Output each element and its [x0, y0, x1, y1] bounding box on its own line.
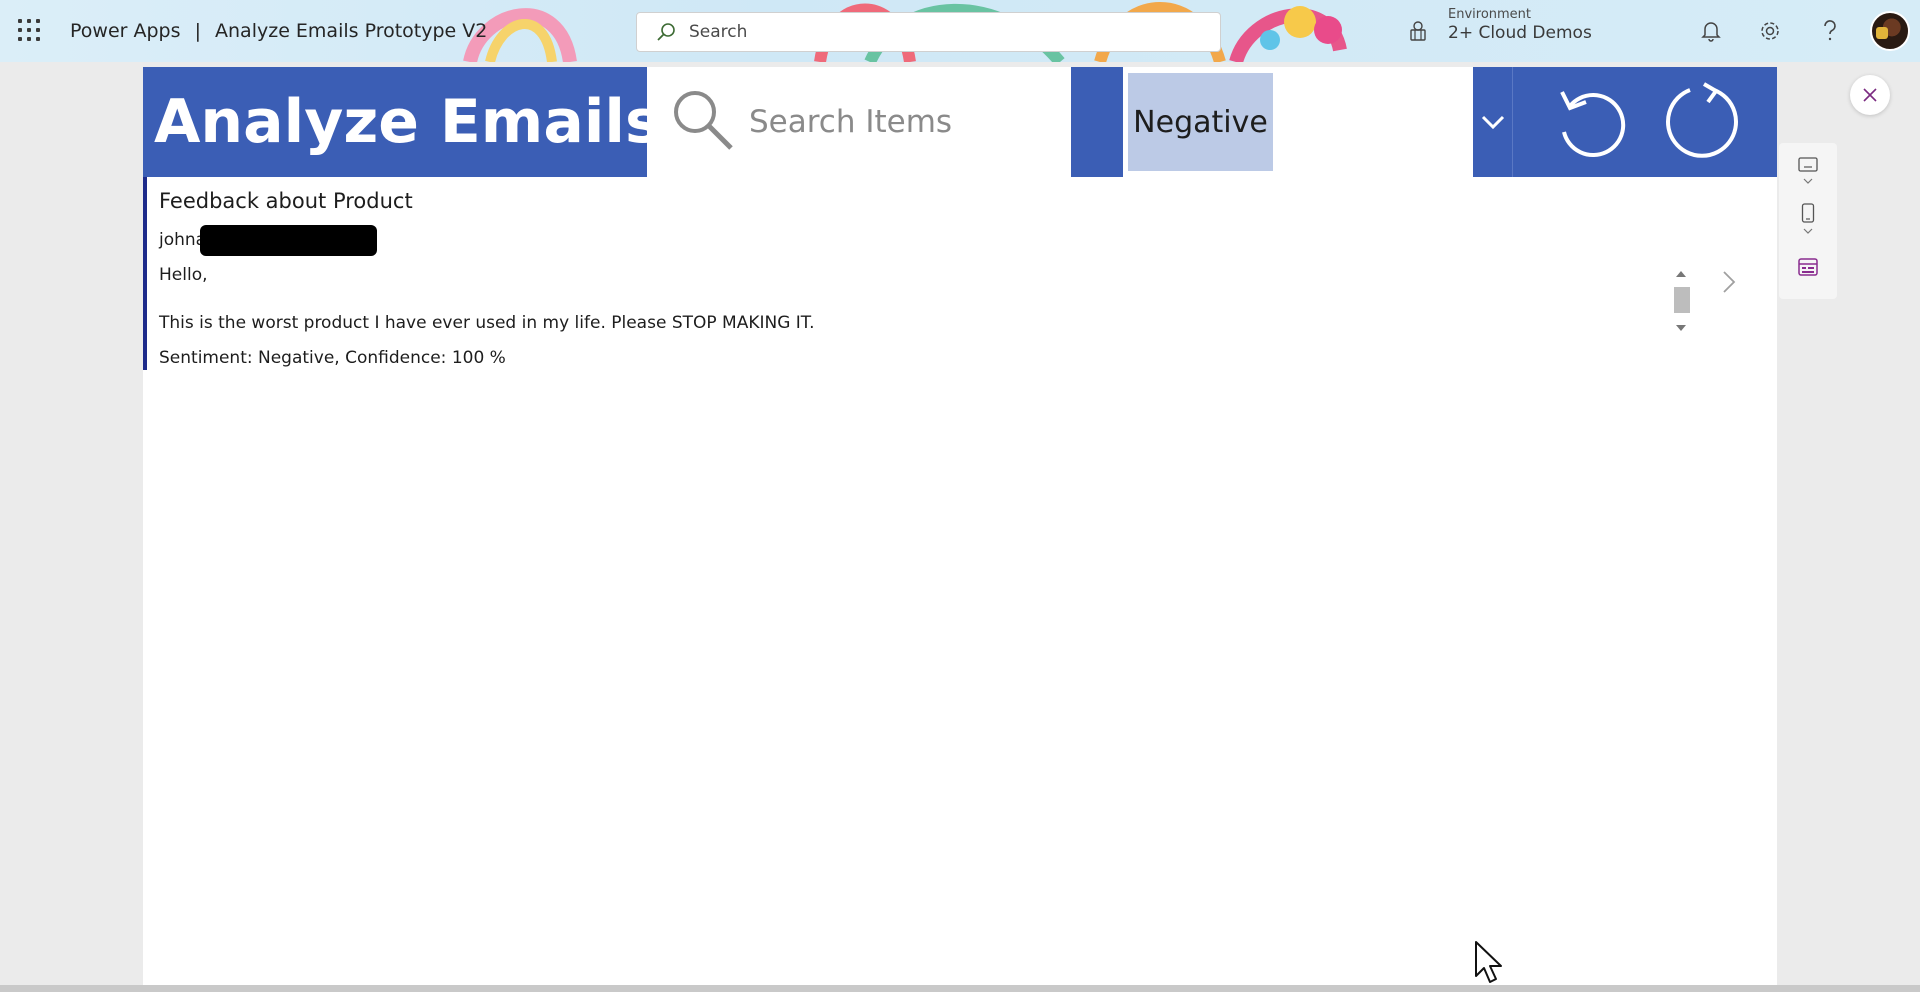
close-icon — [1863, 88, 1877, 102]
email-body-scrollbar[interactable] — [1672, 267, 1690, 333]
app-title: Analyze Emails — [154, 87, 661, 157]
chevron-down-icon — [1803, 228, 1813, 234]
sentiment-filter-selected: Negative — [1128, 73, 1273, 171]
search-items-placeholder: Search Items — [749, 104, 953, 140]
search-icon — [674, 91, 733, 150]
environment-picker[interactable]: Environment 2+ Cloud Demos — [1448, 7, 1592, 43]
top-header-bar: Power Apps | Analyze Emails Prototype V2… — [0, 0, 1920, 62]
app-launcher-waffle-icon[interactable] — [18, 19, 40, 41]
sentiment-filter-dropdown[interactable]: Negative — [1123, 67, 1473, 177]
email-body: This is the worst product I have ever us… — [159, 313, 815, 333]
app-view-button[interactable] — [1779, 247, 1837, 287]
email-gallery-item[interactable]: Feedback about Product johna Hello, This… — [143, 177, 1777, 377]
refresh-icon — [1666, 82, 1738, 158]
app-breadcrumb-title: Power Apps | Analyze Emails Prototype V2 — [70, 20, 487, 42]
scroll-down-arrow-icon[interactable] — [1676, 325, 1686, 331]
environment-label: Environment — [1448, 7, 1532, 22]
scroll-thumb[interactable] — [1674, 287, 1690, 313]
undo-reset-button[interactable] — [1545, 75, 1635, 169]
email-sentiment: Sentiment: Negative, Confidence: 100 % — [159, 348, 506, 368]
preview-side-rail — [1779, 143, 1837, 299]
search-icon — [657, 23, 675, 41]
settings-gear-icon[interactable] — [1757, 18, 1783, 44]
search-placeholder: Search — [689, 22, 748, 42]
undo-icon — [1560, 91, 1626, 158]
phone-icon — [1801, 203, 1815, 223]
selected-item-accent-bar — [143, 177, 147, 370]
app-canvas: Analyze Emails Search Items Negative Fee… — [143, 67, 1777, 985]
email-subject: Feedback about Product — [159, 189, 413, 213]
monitor-icon — [1798, 157, 1818, 172]
dropdown-chevron-down-icon[interactable] — [1473, 67, 1513, 177]
app-window-icon — [1798, 258, 1818, 276]
chevron-down-icon — [1803, 178, 1813, 184]
desktop-layout-button[interactable] — [1779, 151, 1837, 191]
email-greeting: Hello, — [159, 265, 208, 285]
help-icon[interactable] — [1817, 18, 1843, 44]
global-search-input[interactable]: Search — [636, 12, 1221, 52]
mouse-pointer-icon — [1475, 941, 1502, 983]
environment-icon — [1410, 21, 1426, 41]
product-name: Power Apps — [70, 20, 181, 42]
chevron-right-icon[interactable] — [1721, 269, 1737, 295]
close-app-button[interactable] — [1850, 75, 1890, 115]
app-name: Analyze Emails Prototype V2 — [215, 20, 488, 42]
redacted-email-address — [200, 225, 377, 256]
bottom-edge — [0, 985, 1920, 992]
notifications-bell-icon[interactable] — [1698, 18, 1724, 44]
title-separator: | — [194, 20, 201, 42]
search-items-input[interactable]: Search Items — [647, 67, 1071, 177]
user-avatar[interactable] — [1870, 11, 1910, 51]
refresh-button[interactable] — [1657, 75, 1747, 169]
scroll-up-arrow-icon[interactable] — [1676, 271, 1686, 277]
phone-layout-button[interactable] — [1779, 199, 1837, 239]
environment-name: 2+ Cloud Demos — [1448, 23, 1592, 43]
